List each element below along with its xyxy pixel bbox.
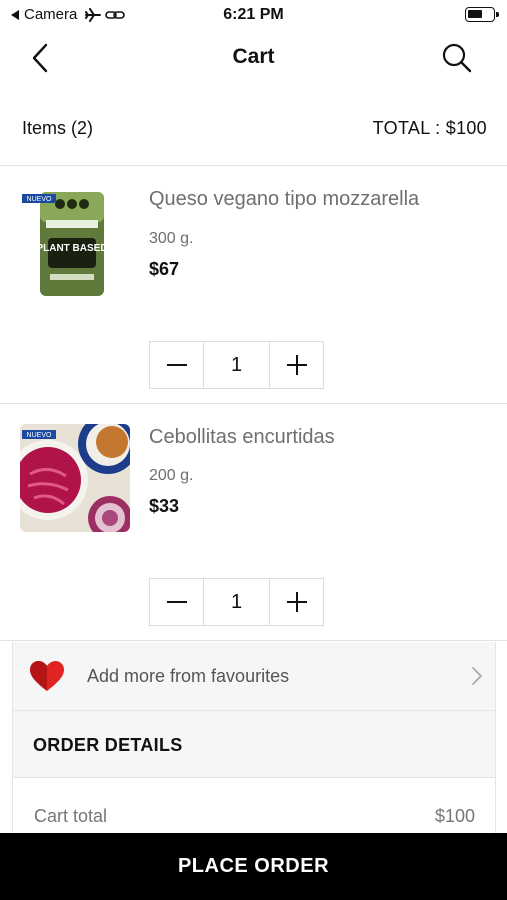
increase-quantity-button[interactable] — [270, 579, 323, 625]
favourites-label: Add more from favourites — [87, 666, 290, 686]
search-button[interactable] — [441, 42, 473, 74]
product-weight: 300 g. — [149, 230, 194, 247]
plus-icon — [286, 355, 307, 375]
plus-icon — [286, 592, 307, 612]
quantity-stepper: 1 — [149, 341, 324, 389]
product-name[interactable]: Queso vegano tipo mozzarella — [149, 188, 419, 211]
items-count: Items (2) — [22, 118, 94, 138]
product-image[interactable]: NUEVO — [20, 424, 130, 532]
add-from-favourites-row[interactable]: Add more from favourites — [12, 642, 496, 710]
battery-icon — [465, 7, 499, 22]
decrease-quantity-button[interactable] — [150, 579, 203, 625]
chevron-right-icon — [472, 667, 482, 685]
cart-total: TOTAL : $100 — [372, 118, 487, 138]
cart-item: PLANT BASED NUEVO Queso vegano tipo mozz… — [0, 165, 507, 403]
status-time: 6:21 PM — [223, 6, 284, 23]
search-icon — [442, 43, 472, 73]
cart-item: NUEVO Cebollitas encurtidas 200 g. $33 1 — [0, 403, 507, 641]
order-detail-row: Cart total $100 — [13, 778, 495, 838]
product-price: $67 — [149, 259, 180, 279]
page-title: Cart — [232, 45, 275, 68]
quantity-value: 1 — [203, 579, 270, 625]
heart-icon — [30, 661, 64, 691]
minus-icon — [167, 364, 187, 366]
product-price: $33 — [149, 496, 180, 516]
nav-bar: Cart — [0, 30, 507, 86]
cart-summary: Items (2) TOTAL : $100 — [0, 112, 507, 146]
product-package-text: PLANT BASED — [36, 243, 107, 254]
product-image[interactable]: PLANT BASED NUEVO — [20, 190, 130, 300]
new-badge: NUEVO — [27, 196, 52, 203]
order-details-header: ORDER DETAILS — [13, 711, 495, 778]
place-order-button[interactable]: PLACE ORDER — [0, 833, 507, 900]
quantity-stepper: 1 — [149, 578, 324, 626]
order-details-heading: ORDER DETAILS — [33, 735, 183, 755]
status-bar: Camera 6:21 PM — [0, 0, 507, 30]
quantity-value: 1 — [203, 342, 270, 388]
cart-total-label: Cart total — [34, 806, 108, 826]
increase-quantity-button[interactable] — [270, 342, 323, 388]
minus-icon — [167, 601, 187, 603]
decrease-quantity-button[interactable] — [150, 342, 203, 388]
cart-total-value: $100 — [434, 806, 475, 826]
product-name[interactable]: Cebollitas encurtidas — [149, 426, 335, 449]
new-badge: NUEVO — [27, 432, 52, 439]
product-weight: 200 g. — [149, 467, 194, 484]
